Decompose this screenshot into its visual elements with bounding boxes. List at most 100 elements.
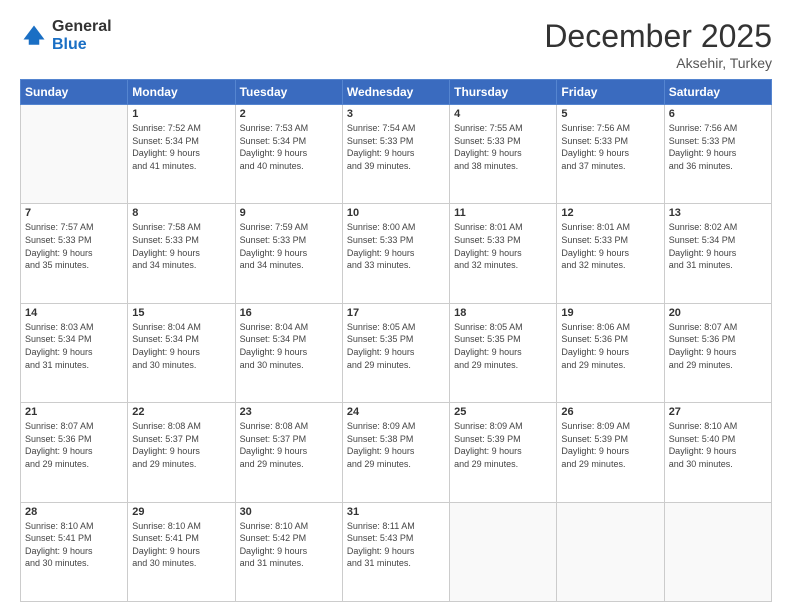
day-info: Sunrise: 8:08 AM Sunset: 5:37 PM Dayligh… bbox=[132, 420, 230, 470]
table-cell: 6 Sunrise: 7:56 AM Sunset: 5:33 PM Daylig… bbox=[664, 105, 771, 204]
table-cell bbox=[664, 502, 771, 601]
table-cell: 26Sunrise: 8:09 AM Sunset: 5:39 PM Dayli… bbox=[557, 403, 664, 502]
logo-general: General bbox=[52, 18, 112, 36]
day-info: Sunrise: 7:56 AM Sunset: 5:33 PM Dayligh… bbox=[669, 122, 767, 172]
day-number: 29 bbox=[132, 506, 230, 518]
col-tuesday: Tuesday bbox=[235, 80, 342, 105]
day-number: 25 bbox=[454, 406, 552, 418]
table-cell: 10Sunrise: 8:00 AM Sunset: 5:33 PM Dayli… bbox=[342, 204, 449, 303]
day-info: Sunrise: 7:54 AM Sunset: 5:33 PM Dayligh… bbox=[347, 122, 445, 172]
table-cell: 24 Sunrise: 8:09 AM Sunset: 5:38 PM Dayli… bbox=[342, 403, 449, 502]
day-info: Sunrise: 8:10 AM Sunset: 5:41 PM Dayligh… bbox=[25, 520, 123, 570]
table-cell: 30 Sunrise: 8:10 AM Sunset: 5:42 PM Dayli… bbox=[235, 502, 342, 601]
day-info: Sunrise: 8:10 AM Sunset: 5:40 PM Dayligh… bbox=[669, 420, 767, 470]
day-info: Sunrise: 8:04 AM Sunset: 5:34 PM Dayligh… bbox=[132, 321, 230, 371]
day-number: 5 bbox=[561, 108, 659, 120]
day-info: Sunrise: 8:05 AM Sunset: 5:35 PM Dayligh… bbox=[454, 321, 552, 371]
logo-blue: Blue bbox=[52, 36, 112, 54]
day-info: Sunrise: 8:07 AM Sunset: 5:36 PM Dayligh… bbox=[25, 420, 123, 470]
col-thursday: Thursday bbox=[450, 80, 557, 105]
week-row-3: 14 Sunrise: 8:03 AM Sunset: 5:34 PM Dayli… bbox=[21, 303, 772, 402]
table-cell: 31Sunrise: 8:11 AM Sunset: 5:43 PM Dayli… bbox=[342, 502, 449, 601]
day-info: Sunrise: 8:01 AM Sunset: 5:33 PM Dayligh… bbox=[561, 221, 659, 271]
day-info: Sunrise: 8:06 AM Sunset: 5:36 PM Dayligh… bbox=[561, 321, 659, 371]
table-cell: 2Sunrise: 7:53 AM Sunset: 5:34 PM Daylig… bbox=[235, 105, 342, 204]
table-cell: 16 Sunrise: 8:04 AM Sunset: 5:34 PM Dayli… bbox=[235, 303, 342, 402]
day-info: Sunrise: 8:04 AM Sunset: 5:34 PM Dayligh… bbox=[240, 321, 338, 371]
table-cell: 28 Sunrise: 8:10 AM Sunset: 5:41 PM Dayli… bbox=[21, 502, 128, 601]
day-info: Sunrise: 8:01 AM Sunset: 5:33 PM Dayligh… bbox=[454, 221, 552, 271]
day-number: 8 bbox=[132, 207, 230, 219]
table-cell: 4 Sunrise: 7:55 AM Sunset: 5:33 PM Daylig… bbox=[450, 105, 557, 204]
logo-text: General Blue bbox=[52, 18, 112, 53]
table-cell: 12 Sunrise: 8:01 AM Sunset: 5:33 PM Dayli… bbox=[557, 204, 664, 303]
week-row-4: 21 Sunrise: 8:07 AM Sunset: 5:36 PM Dayli… bbox=[21, 403, 772, 502]
table-cell: 17 Sunrise: 8:05 AM Sunset: 5:35 PM Dayli… bbox=[342, 303, 449, 402]
day-info: Sunrise: 7:52 AM Sunset: 5:34 PM Dayligh… bbox=[132, 122, 230, 172]
col-friday: Friday bbox=[557, 80, 664, 105]
day-info: Sunrise: 8:09 AM Sunset: 5:38 PM Dayligh… bbox=[347, 420, 445, 470]
table-cell bbox=[450, 502, 557, 601]
col-wednesday: Wednesday bbox=[342, 80, 449, 105]
day-info: Sunrise: 8:10 AM Sunset: 5:42 PM Dayligh… bbox=[240, 520, 338, 570]
day-number: 1 bbox=[132, 108, 230, 120]
table-cell: 7Sunrise: 7:57 AM Sunset: 5:33 PM Daylig… bbox=[21, 204, 128, 303]
table-cell: 11 Sunrise: 8:01 AM Sunset: 5:33 PM Dayli… bbox=[450, 204, 557, 303]
calendar-header-row: Sunday Monday Tuesday Wednesday Thursday… bbox=[21, 80, 772, 105]
day-number: 13 bbox=[669, 207, 767, 219]
logo: General Blue bbox=[20, 18, 112, 53]
day-info: Sunrise: 8:03 AM Sunset: 5:34 PM Dayligh… bbox=[25, 321, 123, 371]
day-number: 12 bbox=[561, 207, 659, 219]
page: General Blue December 2025 Aksehir, Turk… bbox=[0, 0, 792, 612]
day-number: 22 bbox=[132, 406, 230, 418]
day-info: Sunrise: 7:56 AM Sunset: 5:33 PM Dayligh… bbox=[561, 122, 659, 172]
week-row-2: 7Sunrise: 7:57 AM Sunset: 5:33 PM Daylig… bbox=[21, 204, 772, 303]
table-cell: 18 Sunrise: 8:05 AM Sunset: 5:35 PM Dayli… bbox=[450, 303, 557, 402]
logo-icon bbox=[20, 22, 48, 50]
table-cell: 19Sunrise: 8:06 AM Sunset: 5:36 PM Dayli… bbox=[557, 303, 664, 402]
day-number: 30 bbox=[240, 506, 338, 518]
day-info: Sunrise: 8:02 AM Sunset: 5:34 PM Dayligh… bbox=[669, 221, 767, 271]
day-number: 7 bbox=[25, 207, 123, 219]
col-monday: Monday bbox=[128, 80, 235, 105]
table-cell: 21 Sunrise: 8:07 AM Sunset: 5:36 PM Dayli… bbox=[21, 403, 128, 502]
day-number: 4 bbox=[454, 108, 552, 120]
title-block: December 2025 Aksehir, Turkey bbox=[544, 18, 772, 71]
day-number: 26 bbox=[561, 406, 659, 418]
day-number: 17 bbox=[347, 307, 445, 319]
day-number: 6 bbox=[669, 108, 767, 120]
table-cell: 8Sunrise: 7:58 AM Sunset: 5:33 PM Daylig… bbox=[128, 204, 235, 303]
day-number: 14 bbox=[25, 307, 123, 319]
table-cell bbox=[557, 502, 664, 601]
calendar-table: Sunday Monday Tuesday Wednesday Thursday… bbox=[20, 79, 772, 602]
day-info: Sunrise: 8:11 AM Sunset: 5:43 PM Dayligh… bbox=[347, 520, 445, 570]
day-number: 11 bbox=[454, 207, 552, 219]
col-saturday: Saturday bbox=[664, 80, 771, 105]
day-number: 2 bbox=[240, 108, 338, 120]
day-number: 3 bbox=[347, 108, 445, 120]
day-number: 21 bbox=[25, 406, 123, 418]
day-info: Sunrise: 8:08 AM Sunset: 5:37 PM Dayligh… bbox=[240, 420, 338, 470]
table-cell: 25 Sunrise: 8:09 AM Sunset: 5:39 PM Dayli… bbox=[450, 403, 557, 502]
table-cell: 5 Sunrise: 7:56 AM Sunset: 5:33 PM Daylig… bbox=[557, 105, 664, 204]
subtitle: Aksehir, Turkey bbox=[544, 55, 772, 71]
day-number: 18 bbox=[454, 307, 552, 319]
day-number: 16 bbox=[240, 307, 338, 319]
day-number: 23 bbox=[240, 406, 338, 418]
table-cell: 20 Sunrise: 8:07 AM Sunset: 5:36 PM Dayli… bbox=[664, 303, 771, 402]
day-number: 20 bbox=[669, 307, 767, 319]
day-info: Sunrise: 8:09 AM Sunset: 5:39 PM Dayligh… bbox=[454, 420, 552, 470]
day-number: 15 bbox=[132, 307, 230, 319]
day-info: Sunrise: 7:55 AM Sunset: 5:33 PM Dayligh… bbox=[454, 122, 552, 172]
day-info: Sunrise: 8:07 AM Sunset: 5:36 PM Dayligh… bbox=[669, 321, 767, 371]
table-cell: 14 Sunrise: 8:03 AM Sunset: 5:34 PM Dayli… bbox=[21, 303, 128, 402]
table-cell: 9Sunrise: 7:59 AM Sunset: 5:33 PM Daylig… bbox=[235, 204, 342, 303]
day-info: Sunrise: 8:05 AM Sunset: 5:35 PM Dayligh… bbox=[347, 321, 445, 371]
day-number: 28 bbox=[25, 506, 123, 518]
day-number: 9 bbox=[240, 207, 338, 219]
table-cell: 22 Sunrise: 8:08 AM Sunset: 5:37 PM Dayli… bbox=[128, 403, 235, 502]
day-info: Sunrise: 8:10 AM Sunset: 5:41 PM Dayligh… bbox=[132, 520, 230, 570]
day-number: 24 bbox=[347, 406, 445, 418]
table-cell: 15 Sunrise: 8:04 AM Sunset: 5:34 PM Dayli… bbox=[128, 303, 235, 402]
day-info: Sunrise: 8:00 AM Sunset: 5:33 PM Dayligh… bbox=[347, 221, 445, 271]
